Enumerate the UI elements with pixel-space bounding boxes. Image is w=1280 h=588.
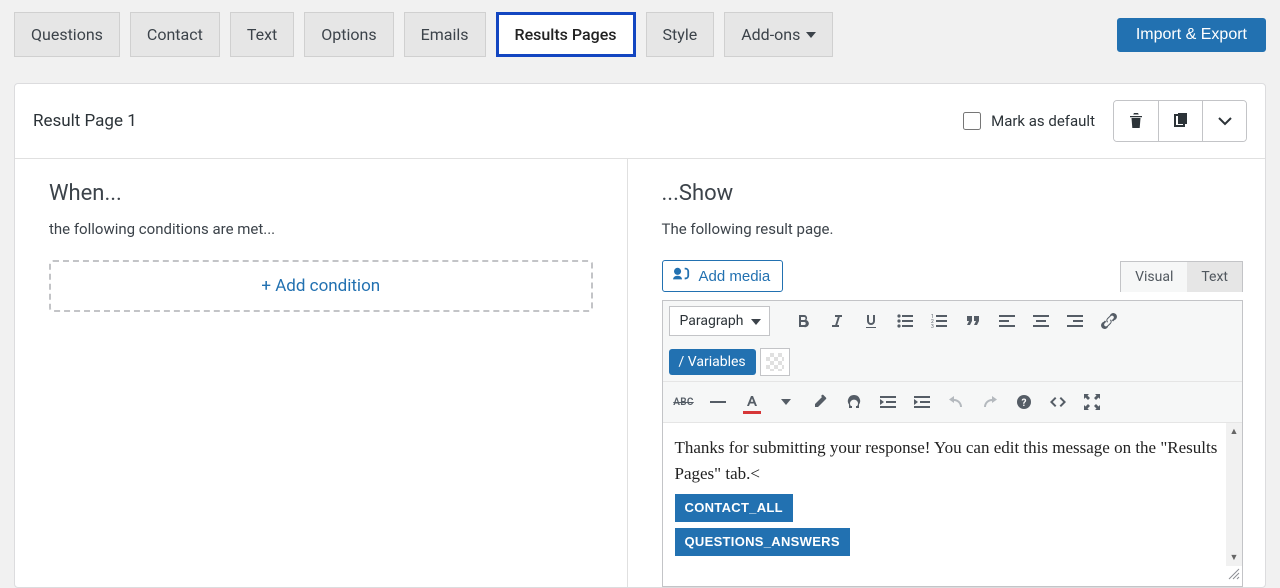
svg-text:?: ? <box>1021 398 1026 409</box>
show-title: ...Show <box>662 181 1244 206</box>
variable-tag-questions[interactable]: QUESTIONS_ANSWERS <box>675 528 850 556</box>
mark-default-checkbox[interactable] <box>963 112 981 130</box>
help-button[interactable]: ? <box>1009 387 1039 417</box>
tab-contact[interactable]: Contact <box>130 12 220 57</box>
format-select[interactable]: Paragraph <box>669 306 771 336</box>
chevron-down-icon <box>806 32 816 38</box>
align-center-button[interactable] <box>1026 306 1056 336</box>
color-swatch-icon <box>743 411 761 414</box>
format-select-label: Paragraph <box>680 313 744 329</box>
tab-results-pages[interactable]: Results Pages <box>496 12 636 57</box>
tab-addons-label: Add-ons <box>741 25 800 44</box>
tab-text[interactable]: Text <box>230 12 294 57</box>
italic-button[interactable] <box>822 306 852 336</box>
result-page-title: Result Page 1 <box>33 111 963 131</box>
redo-button[interactable] <box>975 387 1005 417</box>
main-tabs: Questions Contact Text Options Emails Re… <box>14 12 1117 57</box>
horizontal-rule-button[interactable] <box>703 387 733 417</box>
add-media-button[interactable]: Add media <box>662 260 784 292</box>
scroll-up-icon[interactable]: ▲ <box>1226 423 1242 439</box>
duplicate-button[interactable] <box>1158 101 1202 141</box>
scrollbar[interactable]: ▲ ▼ <box>1226 423 1242 566</box>
resize-handle[interactable] <box>663 566 1243 586</box>
when-title: When... <box>49 181 593 206</box>
svg-text:3: 3 <box>931 324 934 328</box>
clear-format-button[interactable] <box>805 387 835 417</box>
indent-button[interactable] <box>907 387 937 417</box>
align-left-button[interactable] <box>992 306 1022 336</box>
underline-button[interactable] <box>856 306 886 336</box>
chevron-down-icon <box>751 319 761 325</box>
numbered-list-button[interactable]: 123 <box>924 306 954 336</box>
add-condition-button[interactable]: + Add condition <box>49 260 593 312</box>
special-char-button[interactable] <box>839 387 869 417</box>
when-subtitle: the following conditions are met... <box>49 220 593 238</box>
align-right-button[interactable] <box>1060 306 1090 336</box>
tab-options[interactable]: Options <box>304 12 393 57</box>
editor-body-text: Thanks for submitting your response! You… <box>675 438 1218 483</box>
import-export-button[interactable]: Import & Export <box>1117 18 1266 52</box>
undo-button[interactable] <box>941 387 971 417</box>
variable-tag-contact[interactable]: CONTACT_ALL <box>675 494 793 522</box>
text-color-button[interactable] <box>737 387 767 417</box>
text-color-dropdown[interactable] <box>771 387 801 417</box>
chevron-down-icon <box>1217 116 1233 126</box>
link-button[interactable] <box>1094 306 1124 336</box>
mark-default-label: Mark as default <box>991 112 1095 130</box>
tab-questions[interactable]: Questions <box>14 12 120 57</box>
blockquote-button[interactable] <box>958 306 988 336</box>
delete-button[interactable] <box>1114 101 1158 141</box>
copy-icon <box>1173 113 1189 129</box>
variables-button[interactable]: / Variables <box>669 349 756 375</box>
editor-content-area[interactable]: Thanks for submitting your response! You… <box>663 423 1243 566</box>
toolbar-toggle-button[interactable] <box>760 348 790 376</box>
tab-addons[interactable]: Add-ons <box>724 12 833 57</box>
show-subtitle: The following result page. <box>662 220 1244 238</box>
trash-icon <box>1129 113 1143 129</box>
source-code-button[interactable] <box>1043 387 1073 417</box>
tab-style[interactable]: Style <box>646 12 715 57</box>
bold-button[interactable] <box>788 306 818 336</box>
bullet-list-button[interactable] <box>890 306 920 336</box>
collapse-button[interactable] <box>1202 101 1246 141</box>
fullscreen-button[interactable] <box>1077 387 1107 417</box>
checker-icon <box>766 353 784 371</box>
outdent-button[interactable] <box>873 387 903 417</box>
tab-visual[interactable]: Visual <box>1121 262 1187 292</box>
scroll-down-icon[interactable]: ▼ <box>1226 550 1242 566</box>
tab-emails[interactable]: Emails <box>404 12 486 57</box>
add-media-label: Add media <box>699 268 771 285</box>
tab-text[interactable]: Text <box>1187 262 1242 292</box>
media-icon <box>673 266 691 286</box>
strikethrough-button[interactable]: ABC <box>669 387 699 417</box>
